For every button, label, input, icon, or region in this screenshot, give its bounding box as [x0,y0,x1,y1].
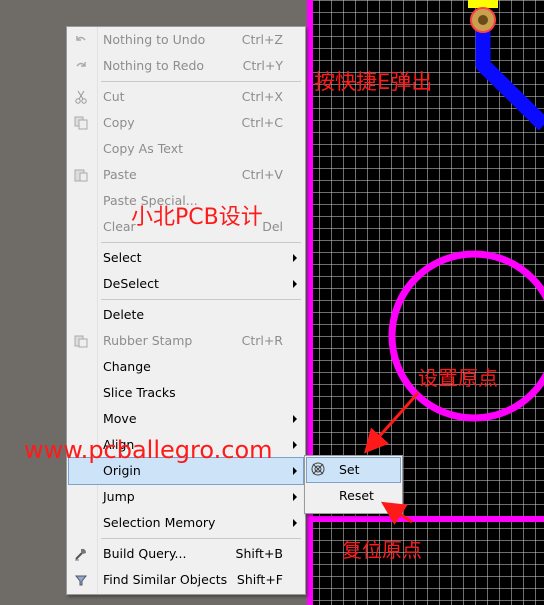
menu-item-copy-as-text[interactable]: Copy As Text [69,136,303,162]
menu-item-label: Origin [103,463,141,478]
menu-item-redo[interactable]: Nothing to Redo Ctrl+Y [69,53,303,79]
menu-item-label: Rubber Stamp [103,333,193,348]
menu-item-move[interactable]: Move [69,406,303,432]
submenu-arrow-icon [293,493,297,501]
menu-separator [101,538,301,539]
menu-item-label: Nothing to Redo [103,58,205,73]
submenu-arrow-icon [293,415,297,423]
menu-item-copy[interactable]: Copy Ctrl+C [69,110,303,136]
submenu-arrow-icon [293,254,297,262]
menu-item-shortcut: Del [262,219,283,234]
copy-icon [74,116,88,130]
redo-icon [76,62,86,67]
menu-item-label: Build Query... [103,546,187,561]
menu-item-selection-memory[interactable]: Selection Memory [69,510,303,536]
submenu-item-label: Set [339,462,360,477]
menu-item-label: DeSelect [103,276,159,291]
menu-item-shortcut: Ctrl+Z [241,32,283,47]
paste-icon [74,169,88,182]
context-menu: Nothing to Undo Ctrl+Z Nothing to Redo C… [66,26,306,595]
menu-item-shortcut: Shift+B [235,546,283,561]
menu-item-label: Delete [103,307,145,322]
annotation-website: www.pcballegro.com [24,436,273,464]
submenu-arrow-icon [293,467,297,475]
submenu-arrow-icon [293,519,297,527]
menu-item-rubber-stamp[interactable]: Rubber Stamp Ctrl+R [69,328,303,354]
menu-item-undo[interactable]: Nothing to Undo Ctrl+Z [69,27,303,53]
menu-item-label: Copy As Text [103,141,183,156]
submenu-item-label: Reset [339,488,374,503]
menu-item-cut[interactable]: Cut Ctrl+X [69,84,303,110]
origin-target-icon [311,462,325,476]
menu-item-label: Jump [103,489,135,504]
annotation-press-e: 按快捷E弹出 [314,70,433,94]
menu-item-label: Paste [103,167,137,182]
menu-item-shortcut: Ctrl+R [241,333,283,348]
menu-item-slice-tracks[interactable]: Slice Tracks [69,380,303,406]
menu-item-jump[interactable]: Jump [69,484,303,510]
menu-item-delete[interactable]: Delete [69,302,303,328]
menu-item-label: Find Similar Objects [103,572,228,587]
menu-item-change[interactable]: Change [69,354,303,380]
menu-item-label: Copy [103,115,135,130]
menu-item-label: Slice Tracks [103,385,176,400]
submenu-arrow-icon [293,280,297,288]
funnel-icon [74,575,88,586]
menu-item-paste[interactable]: Paste Ctrl+V [69,162,303,188]
menu-item-select[interactable]: Select [69,245,303,271]
menu-item-find-similar[interactable]: Find Similar Objects Shift+F [69,567,303,593]
annotation-set-origin: 设置原点 [418,366,498,390]
build-query-icon [75,548,86,561]
menu-separator [101,299,301,300]
annotation-reset-origin: 复位原点 [342,538,422,562]
menu-item-label: Change [103,359,151,374]
board-circle [388,250,544,422]
menu-item-shortcut: Ctrl+C [241,115,283,130]
menu-item-label: Select [103,250,142,265]
menu-item-shortcut: Ctrl+X [241,89,283,104]
origin-submenu: Set Reset [304,455,403,514]
annotation-brand: 小北PCB设计 [131,205,263,230]
menu-item-label: Nothing to Undo [103,32,206,47]
menu-item-shortcut: Shift+F [236,572,283,587]
submenu-item-set[interactable]: Set [306,457,401,483]
undo-icon [76,36,86,41]
stamp-icon [74,335,88,348]
submenu-arrow-icon [293,441,297,449]
pcb-track [475,20,544,131]
menu-item-label: Cut [103,89,125,104]
pad-top [468,0,498,8]
scissors-icon [75,90,87,104]
menu-item-shortcut: Ctrl+V [241,167,283,182]
submenu-item-reset[interactable]: Reset [307,484,400,508]
menu-separator [101,242,301,243]
menu-item-label: Move [103,411,137,426]
menu-item-deselect[interactable]: DeSelect [69,271,303,297]
menu-item-build-query[interactable]: Build Query... Shift+B [69,541,303,567]
menu-item-label: Selection Memory [103,515,216,530]
menu-separator [101,81,301,82]
via-hole [478,15,488,25]
menu-item-shortcut: Ctrl+Y [242,58,283,73]
